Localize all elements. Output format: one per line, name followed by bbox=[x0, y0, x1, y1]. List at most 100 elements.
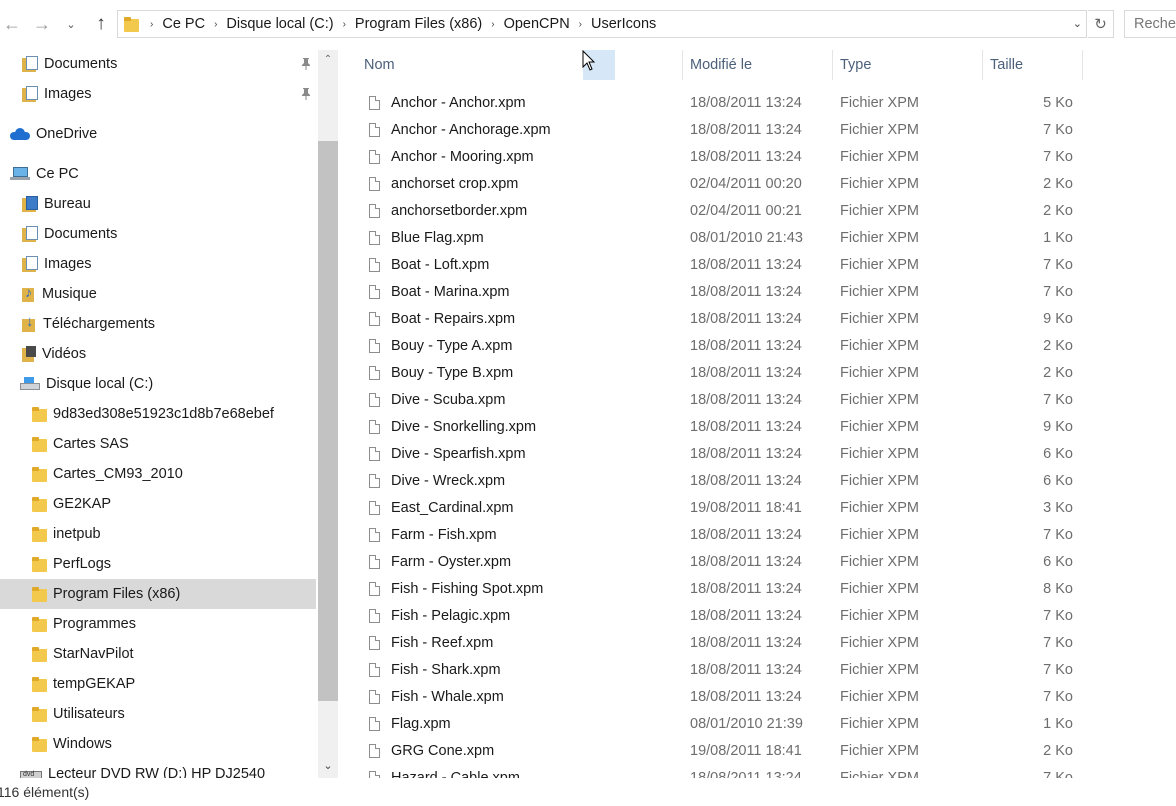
folder-icon bbox=[32, 466, 47, 482]
sidebar-item-label: Cartes_CM93_2010 bbox=[53, 466, 183, 482]
file-row[interactable]: Fish - Fishing Spot.xpm 18/08/2011 13:24 F… bbox=[357, 577, 1083, 604]
back-button[interactable]: ← bbox=[0, 10, 24, 38]
breadcrumb-item[interactable]: Ce PC bbox=[162, 16, 205, 32]
folder-icon bbox=[32, 646, 47, 662]
sidebar-item[interactable]: GE2KAP bbox=[0, 489, 316, 519]
sidebar-item[interactable]: Lecteur DVD RW (D:) HP DJ2540 bbox=[0, 759, 316, 778]
sidebar-item[interactable]: Images bbox=[0, 249, 316, 279]
navigation-pane: Documents Images OneDrive Ce PC Bureau Docume… bbox=[0, 50, 340, 778]
sidebar-item[interactable]: Musique bbox=[0, 279, 316, 309]
file-row[interactable]: Boat - Loft.xpm 18/08/2011 13:24 Fichier X… bbox=[357, 253, 1083, 280]
file-row[interactable]: Dive - Scuba.xpm 18/08/2011 13:24 Fichier … bbox=[357, 388, 1083, 415]
pin-icon[interactable] bbox=[300, 57, 312, 71]
dvd-drive-icon bbox=[20, 767, 42, 778]
file-type: Fichier XPM bbox=[840, 257, 919, 273]
file-type: Fichier XPM bbox=[840, 446, 919, 462]
chevron-down-icon[interactable]: ⌄ bbox=[1073, 17, 1082, 30]
chevron-right-icon[interactable]: › bbox=[343, 19, 346, 30]
file-icon bbox=[369, 447, 380, 461]
file-date: 18/08/2011 13:24 bbox=[690, 770, 802, 778]
file-name: Farm - Oyster.xpm bbox=[391, 554, 512, 570]
sidebar-item[interactable]: OneDrive bbox=[0, 119, 316, 149]
sidebar-item[interactable]: Documents bbox=[0, 219, 316, 249]
sidebar-item[interactable]: Disque local (C:) bbox=[0, 369, 316, 399]
scroll-up-button[interactable]: ⌃ bbox=[318, 50, 338, 68]
chevron-right-icon[interactable]: › bbox=[579, 19, 582, 30]
file-row[interactable]: Anchor - Anchor.xpm 18/08/2011 13:24 Fichi… bbox=[357, 91, 1083, 118]
sidebar-item[interactable]: Programmes bbox=[0, 609, 316, 639]
file-row[interactable]: Boat - Marina.xpm 18/08/2011 13:24 Fichier… bbox=[357, 280, 1083, 307]
file-row[interactable]: Anchor - Mooring.xpm 18/08/2011 13:24 Fich… bbox=[357, 145, 1083, 172]
file-row[interactable]: Anchor - Anchorage.xpm 18/08/2011 13:24 Fi… bbox=[357, 118, 1083, 145]
sidebar-item[interactable]: StarNavPilot bbox=[0, 639, 316, 669]
file-row[interactable]: Boat - Repairs.xpm 18/08/2011 13:24 Fichie… bbox=[357, 307, 1083, 334]
file-size: 7 Ko bbox=[1043, 770, 1073, 778]
file-row[interactable]: Fish - Whale.xpm 18/08/2011 13:24 Fichier … bbox=[357, 685, 1083, 712]
sidebar-item[interactable]: inetpub bbox=[0, 519, 316, 549]
file-row[interactable]: Fish - Pelagic.xpm 18/08/2011 13:24 Fichie… bbox=[357, 604, 1083, 631]
file-icon bbox=[369, 555, 380, 569]
file-date: 19/08/2011 18:41 bbox=[690, 500, 802, 516]
file-row[interactable]: Farm - Oyster.xpm 18/08/2011 13:24 Fichier… bbox=[357, 550, 1083, 577]
breadcrumb-item[interactable]: OpenCPN bbox=[504, 16, 570, 32]
sidebar-item[interactable]: Utilisateurs bbox=[0, 699, 316, 729]
file-row[interactable]: Dive - Snorkelling.xpm 18/08/2011 13:24 Fi… bbox=[357, 415, 1083, 442]
recent-locations-button[interactable]: ⌄ bbox=[60, 10, 82, 38]
file-icon bbox=[369, 528, 380, 542]
sidebar-item[interactable]: Program Files (x86) bbox=[0, 579, 316, 609]
column-header-type[interactable]: Type bbox=[833, 50, 983, 80]
sidebar-item[interactable]: Ce PC bbox=[0, 159, 316, 189]
chevron-right-icon[interactable]: › bbox=[214, 19, 217, 30]
scroll-down-button[interactable]: ⌄ bbox=[318, 756, 338, 774]
sidebar-item[interactable]: 9d83ed308e51923c1d8b7e68ebef bbox=[0, 399, 316, 429]
sidebar-item[interactable]: Windows bbox=[0, 729, 316, 759]
file-row[interactable]: Farm - Fish.xpm 18/08/2011 13:24 Fichier X… bbox=[357, 523, 1083, 550]
up-button[interactable]: ↑ bbox=[88, 10, 114, 38]
status-bar: 116 élément(s) bbox=[0, 778, 1176, 806]
sidebar-item[interactable]: Documents bbox=[0, 50, 316, 79]
sidebar-item[interactable]: Cartes_CM93_2010 bbox=[0, 459, 316, 489]
sidebar-item-label: GE2KAP bbox=[53, 496, 112, 512]
file-row[interactable]: Blue Flag.xpm 08/01/2010 21:43 Fichier XPM… bbox=[357, 226, 1083, 253]
search-input[interactable]: Recher bbox=[1124, 10, 1176, 38]
file-size: 7 Ko bbox=[1043, 284, 1073, 300]
file-row[interactable]: Flag.xpm 08/01/2010 21:39 Fichier XPM 1 Ko bbox=[357, 712, 1083, 739]
file-name: Anchor - Anchor.xpm bbox=[391, 95, 526, 111]
file-row[interactable]: Dive - Spearfish.xpm 18/08/2011 13:24 Fich… bbox=[357, 442, 1083, 469]
sidebar-item[interactable]: Téléchargements bbox=[0, 309, 316, 339]
file-row[interactable]: East_Cardinal.xpm 19/08/2011 18:41 Fichier… bbox=[357, 496, 1083, 523]
file-row[interactable]: Fish - Reef.xpm 18/08/2011 13:24 Fichier X… bbox=[357, 631, 1083, 658]
file-icon bbox=[369, 609, 380, 623]
file-row[interactable]: anchorset crop.xpm 02/04/2011 00:20 Fichie… bbox=[357, 172, 1083, 199]
file-row[interactable]: anchorsetborder.xpm 02/04/2011 00:21 Fichi… bbox=[357, 199, 1083, 226]
file-row[interactable]: GRG Cone.xpm 19/08/2011 18:41 Fichier XPM 2… bbox=[357, 739, 1083, 766]
refresh-button[interactable]: ↻ bbox=[1088, 10, 1114, 38]
sidebar-item[interactable]: PerfLogs bbox=[0, 549, 316, 579]
sidebar-item[interactable]: tempGEKAP bbox=[0, 669, 316, 699]
pin-icon[interactable] bbox=[300, 87, 312, 101]
column-header-size[interactable]: Taille bbox=[983, 50, 1083, 80]
chevron-right-icon[interactable]: › bbox=[491, 19, 494, 30]
breadcrumb-item[interactable]: UserIcons bbox=[591, 16, 656, 32]
file-row[interactable]: Dive - Wreck.xpm 18/08/2011 13:24 Fichier … bbox=[357, 469, 1083, 496]
file-date: 18/08/2011 13:24 bbox=[690, 446, 802, 462]
chevron-right-icon[interactable]: › bbox=[150, 19, 153, 30]
downloads-icon bbox=[22, 313, 37, 332]
file-row[interactable]: Fish - Shark.xpm 18/08/2011 13:24 Fichier … bbox=[357, 658, 1083, 685]
sidebar-item[interactable]: Bureau bbox=[0, 189, 316, 219]
forward-button[interactable]: → bbox=[28, 10, 56, 38]
sidebar-item[interactable]: Cartes SAS bbox=[0, 429, 316, 459]
sidebar-scrollbar-thumb[interactable] bbox=[318, 141, 338, 701]
file-row[interactable]: Bouy - Type B.xpm 18/08/2011 13:24 Fichier… bbox=[357, 361, 1083, 388]
sidebar-item-label: Musique bbox=[42, 286, 97, 302]
sidebar-item[interactable]: Images bbox=[0, 79, 316, 109]
file-name: Boat - Loft.xpm bbox=[391, 257, 490, 273]
file-row[interactable]: Bouy - Type A.xpm 18/08/2011 13:24 Fichier… bbox=[357, 334, 1083, 361]
folder-icon bbox=[32, 736, 47, 752]
sidebar-item[interactable]: Vidéos bbox=[0, 339, 316, 369]
breadcrumb-item[interactable]: Program Files (x86) bbox=[355, 16, 482, 32]
breadcrumb-item[interactable]: Disque local (C:) bbox=[226, 16, 333, 32]
address-box[interactable]: › Ce PC › Disque local (C:) › Program Files (… bbox=[117, 10, 1087, 38]
column-header-date[interactable]: Modifié le bbox=[683, 50, 833, 80]
file-row[interactable]: Hazard - Cable.xpm 18/08/2011 13:24 Fichie… bbox=[357, 766, 1083, 778]
